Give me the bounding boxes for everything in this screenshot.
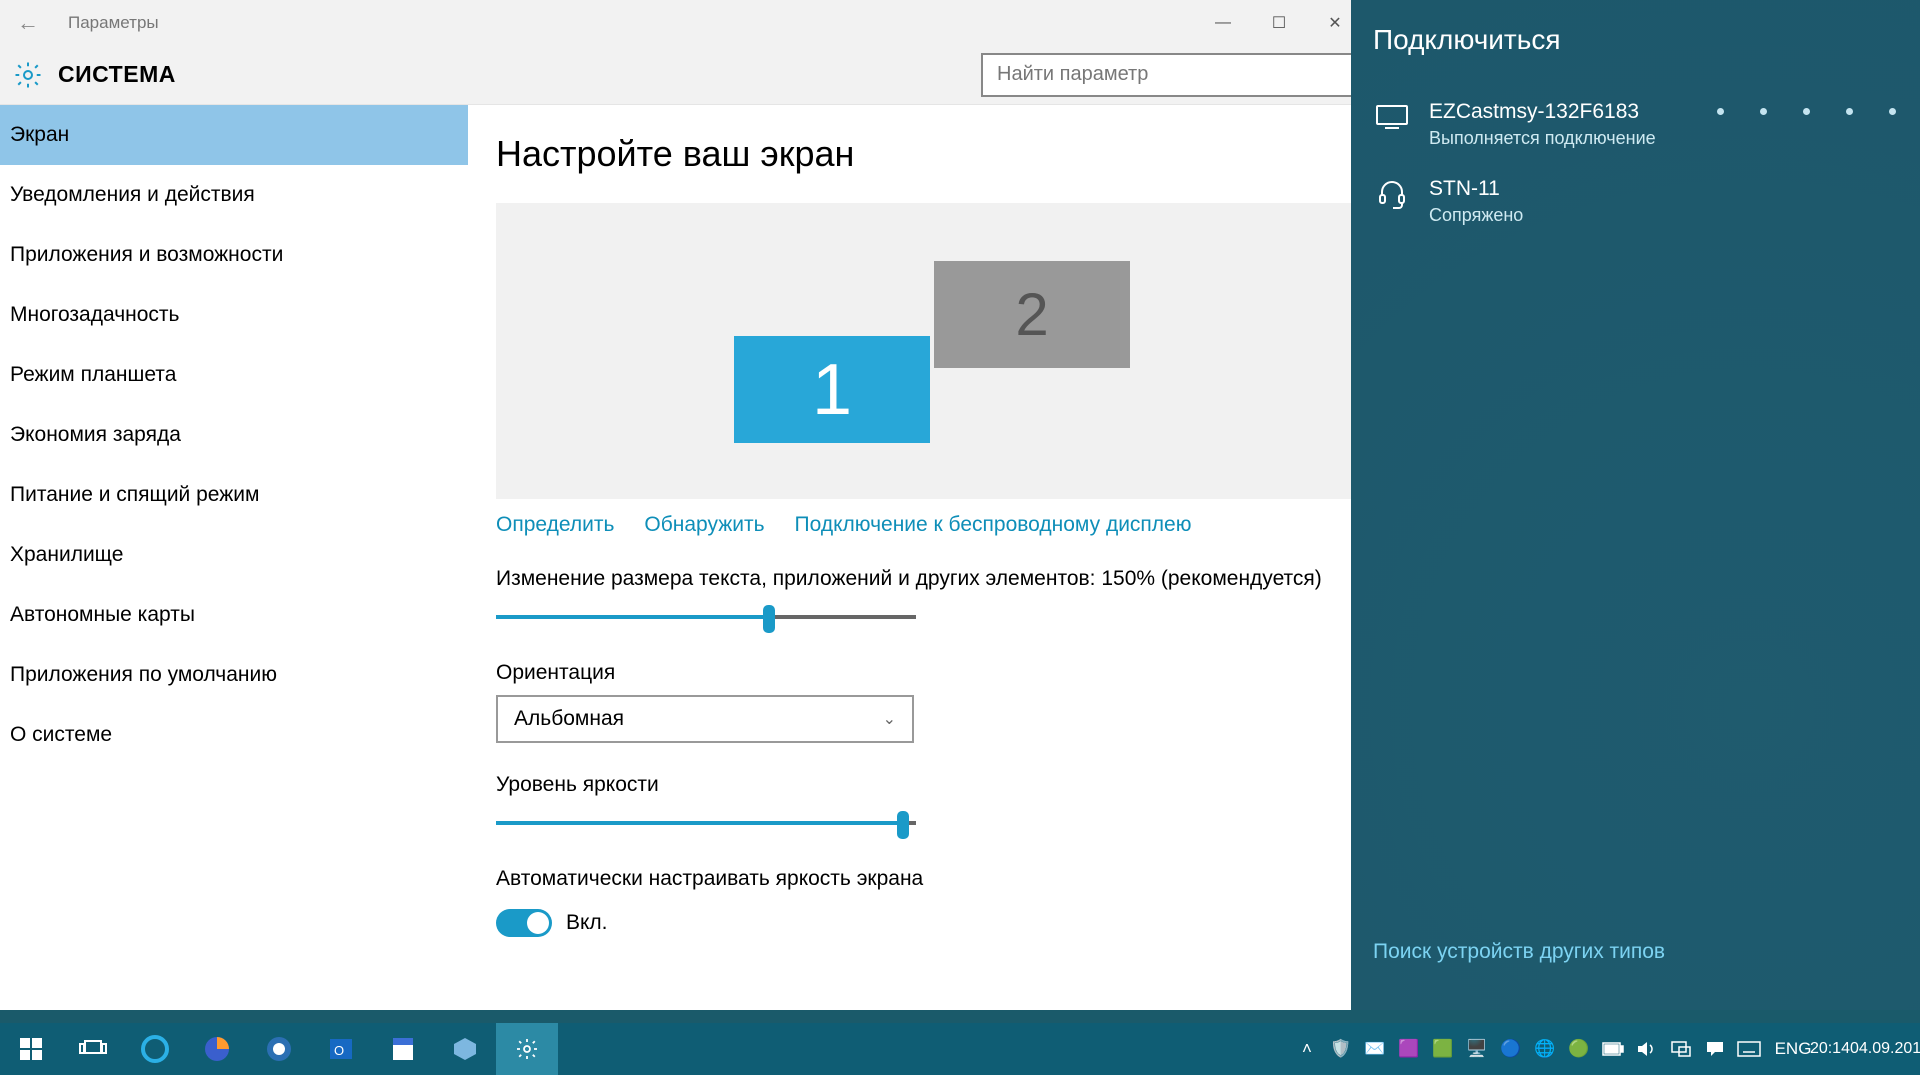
tray-icon[interactable]: 🟪 (1392, 1023, 1426, 1075)
sidebar: Экран Уведомления и действия Приложения … (0, 105, 468, 1010)
gear-icon (10, 57, 46, 93)
tray-icon[interactable]: 🟢 (1562, 1023, 1596, 1075)
tray-battery-icon[interactable] (1596, 1023, 1630, 1075)
start-button[interactable] (0, 1023, 62, 1075)
category-header: СИСТЕМА (0, 45, 1371, 105)
maximize-button[interactable]: ☐ (1251, 0, 1307, 45)
sidebar-item-battery-saver[interactable]: Экономия заряда (0, 405, 468, 465)
headset-icon (1373, 179, 1411, 209)
device-status: Выполняется подключение (1429, 128, 1656, 149)
window-title: Параметры (68, 13, 159, 33)
tray-connect-icon[interactable] (1664, 1023, 1698, 1075)
category-title: СИСТЕМА (58, 61, 176, 88)
brightness-slider[interactable] (496, 809, 916, 837)
orientation-select[interactable]: Альбомная ⌄ (496, 695, 914, 743)
link-identify[interactable]: Определить (496, 513, 614, 537)
device-item[interactable]: EZCastmsy-132F6183 Выполняется подключен… (1373, 86, 1898, 163)
svg-text:O: O (334, 1043, 344, 1058)
taskbar-app-virtualbox[interactable] (434, 1023, 496, 1075)
monitor-2[interactable]: 2 (934, 261, 1130, 368)
scale-label: Изменение размера текста, приложений и д… (496, 567, 1371, 591)
taskbar-app-edge[interactable] (124, 1023, 186, 1075)
brightness-label: Уровень яркости (496, 773, 1371, 797)
sidebar-item-notifications[interactable]: Уведомления и действия (0, 165, 468, 225)
system-tray: ˄ 🛡️ ✉️ 🟪 🟩 🖥️ 🔵 🌐 🟢 ENG 20:14 04.09.201… (1290, 1023, 1920, 1075)
monitor-1[interactable]: 1 (734, 336, 930, 443)
tray-icon[interactable]: 🟩 (1426, 1023, 1460, 1075)
progress-dots (1717, 108, 1896, 115)
taskbar-app-outlook[interactable]: O (310, 1023, 372, 1075)
orientation-label: Ориентация (496, 661, 1371, 685)
tray-keyboard-icon[interactable] (1732, 1023, 1766, 1075)
taskbar-app-settings[interactable] (496, 1023, 558, 1075)
minimize-button[interactable]: — (1195, 0, 1251, 45)
tray-icon[interactable]: 🛡️ (1324, 1023, 1358, 1075)
sidebar-item-multitasking[interactable]: Многозадачность (0, 285, 468, 345)
tray-icon[interactable]: 🌐 (1528, 1023, 1562, 1075)
tray-date: 04.09.2015 (1850, 1039, 1920, 1058)
flyout-title: Подключиться (1373, 24, 1898, 56)
orientation-value: Альбомная (514, 707, 624, 731)
tray-action-center-icon[interactable] (1698, 1023, 1732, 1075)
taskbar: O ˄ 🛡️ ✉️ 🟪 🟩 🖥️ 🔵 🌐 🟢 ENG (0, 1023, 1920, 1075)
taskbar-app-firefox[interactable] (186, 1023, 248, 1075)
search-box[interactable] (981, 53, 1371, 97)
tray-icon[interactable]: ✉️ (1358, 1023, 1392, 1075)
page-title: Настройте ваш экран (496, 133, 1371, 175)
sidebar-item-display[interactable]: Экран (0, 105, 468, 165)
taskbar-app-thunderbird[interactable] (248, 1023, 310, 1075)
content-pane: Настройте ваш экран 2 1 Определить Обнар… (468, 105, 1371, 1010)
sidebar-item-about[interactable]: О системе (0, 705, 468, 765)
display-arrangement[interactable]: 2 1 (496, 203, 1366, 499)
tray-time: 20:14 (1810, 1039, 1850, 1058)
auto-brightness-toggle[interactable] (496, 909, 552, 937)
device-name: STN-11 (1429, 177, 1523, 201)
toggle-state-label: Вкл. (566, 911, 608, 935)
device-item[interactable]: STN-11 Сопряжено (1373, 163, 1898, 240)
tray-overflow-button[interactable]: ˄ (1290, 1023, 1324, 1075)
tray-icon[interactable]: 🔵 (1494, 1023, 1528, 1075)
auto-brightness-label: Автоматически настраивать яркость экрана (496, 867, 1371, 891)
settings-window: ← Параметры — ☐ ✕ СИСТЕМА Экран Уведомле… (0, 0, 1371, 1010)
tray-volume-icon[interactable] (1630, 1023, 1664, 1075)
search-input[interactable] (997, 63, 1355, 86)
search-other-devices-link[interactable]: Поиск устройств других типов (1373, 940, 1665, 964)
sidebar-item-offline-maps[interactable]: Автономные карты (0, 585, 468, 645)
sidebar-item-storage[interactable]: Хранилище (0, 525, 468, 585)
back-button[interactable]: ← (8, 10, 48, 36)
monitor-icon (1373, 102, 1411, 132)
tray-icon[interactable]: 🖥️ (1460, 1023, 1494, 1075)
titlebar: ← Параметры — ☐ ✕ (0, 0, 1371, 45)
taskbar-app-notepad[interactable] (372, 1023, 434, 1075)
link-detect[interactable]: Обнаружить (644, 513, 764, 537)
tray-clock[interactable]: 20:14 04.09.2015 (1820, 1023, 1920, 1075)
device-name: EZCastmsy-132F6183 (1429, 100, 1656, 124)
scale-slider[interactable] (496, 603, 916, 631)
sidebar-item-power-sleep[interactable]: Питание и спящий режим (0, 465, 468, 525)
sidebar-item-apps-features[interactable]: Приложения и возможности (0, 225, 468, 285)
connect-flyout: Подключиться EZCastmsy-132F6183 Выполняе… (1351, 0, 1920, 1010)
sidebar-item-default-apps[interactable]: Приложения по умолчанию (0, 645, 468, 705)
sidebar-item-tablet-mode[interactable]: Режим планшета (0, 345, 468, 405)
chevron-down-icon: ⌄ (883, 709, 896, 729)
task-view-button[interactable] (62, 1023, 124, 1075)
link-wireless-display[interactable]: Подключение к беспроводному дисплею (795, 513, 1192, 537)
device-status: Сопряжено (1429, 205, 1523, 226)
